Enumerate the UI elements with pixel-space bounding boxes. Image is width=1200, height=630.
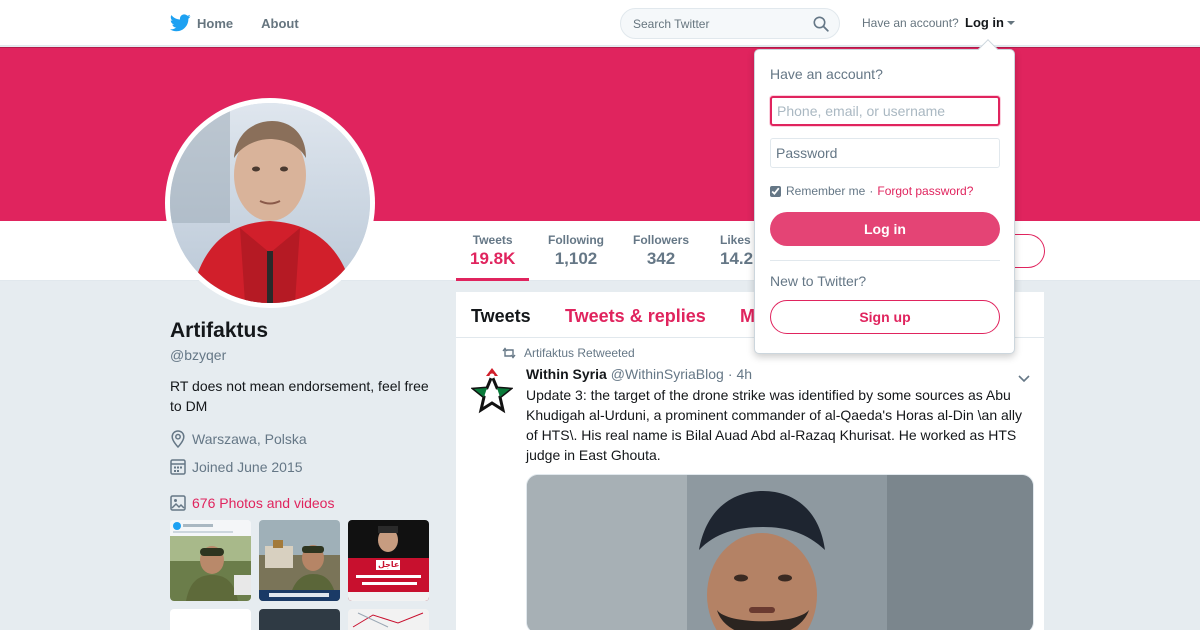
search-input[interactable] (621, 9, 801, 38)
username-field[interactable] (770, 96, 1000, 126)
tweet-author-handle[interactable]: @WithinSyriaBlog (611, 366, 724, 382)
stat-followers-value: 342 (646, 249, 676, 268)
stat-following-value: 1,102 (554, 249, 598, 268)
stat-likes[interactable]: Likes 14.2 (720, 233, 753, 269)
image-icon (170, 495, 186, 511)
nav-about[interactable]: About (261, 16, 299, 31)
forgot-password-link[interactable]: Forgot password? (877, 184, 973, 198)
caret-down-icon (1007, 20, 1015, 25)
profile-handle[interactable]: @bzyqer (170, 347, 226, 363)
stat-followers-label: Followers (633, 233, 690, 247)
active-tab-underline (456, 278, 530, 281)
login-menu-toggle[interactable]: Log in (965, 15, 1015, 30)
remember-label[interactable]: Remember me (786, 184, 865, 198)
remember-checkbox[interactable] (770, 185, 781, 197)
nav-home[interactable]: Home (170, 14, 233, 32)
stat-tweets-label: Tweets (472, 233, 513, 247)
media-thumbnail[interactable] (259, 520, 340, 601)
tab-tweets[interactable]: Tweets (471, 306, 531, 327)
media-thumbnail[interactable] (259, 609, 340, 630)
profile-bio: RT does not mean endorsement, feel free … (170, 378, 429, 414)
tweet-header: Within Syria @WithinSyriaBlog · 4h (526, 366, 756, 382)
stat-likes-value: 14.2 (720, 249, 754, 268)
tweet-text: Update 3: the target of the drone strike… (526, 387, 1023, 463)
stat-followers[interactable]: Followers 342 (633, 233, 689, 269)
tweet-timestamp[interactable]: 4h (736, 366, 752, 382)
photos-videos-link[interactable]: 676 Photos and videos (170, 495, 334, 511)
location-text: Warszawa, Polska (192, 431, 307, 447)
login-dropdown: Have an account? Remember me · Forgot pa… (754, 39, 1015, 354)
retweet-context: Artifaktus Retweeted (502, 346, 635, 360)
stat-tweets[interactable]: Tweets 19.8K (456, 233, 530, 281)
nav-home-label: Home (197, 15, 234, 31)
stat-likes-label: Likes (720, 233, 751, 247)
tab-media[interactable]: M (740, 306, 755, 327)
profile-joined: Joined June 2015 (170, 458, 303, 475)
thumbnail-caption: عاجل (378, 560, 400, 569)
profile-name[interactable]: Artifaktus (170, 319, 268, 343)
stat-following[interactable]: Following 1,102 (548, 233, 604, 269)
media-thumbnail[interactable] (170, 520, 251, 601)
retweet-context-text[interactable]: Artifaktus Retweeted (524, 346, 635, 360)
remember-row: Remember me · Forgot password? (770, 184, 973, 198)
tweet-author-name[interactable]: Within Syria (526, 366, 607, 382)
profile-avatar[interactable] (165, 98, 375, 308)
twitter-bird-icon (170, 14, 191, 32)
nav-about-label: About (261, 15, 299, 31)
login-button[interactable]: Log in (770, 212, 1000, 246)
tab-tweets-replies[interactable]: Tweets & replies (565, 306, 706, 327)
photos-videos-label: 676 Photos and videos (192, 495, 335, 511)
new-to-twitter-text: New to Twitter? (770, 273, 867, 289)
joined-text: Joined June 2015 (192, 458, 303, 475)
profile-location: Warszawa, Polska (170, 430, 307, 448)
stat-following-label: Following (548, 233, 604, 247)
location-pin-icon (171, 430, 185, 448)
password-field[interactable] (770, 138, 1000, 168)
tweet-separator: · (727, 366, 733, 382)
dropdown-title: Have an account? (770, 66, 883, 82)
media-thumbnail[interactable]: عاجل (348, 520, 429, 601)
avatar-photo (170, 103, 370, 303)
stat-tweets-value: 19.8K (470, 249, 516, 268)
dropdown-divider (770, 260, 1000, 261)
search-box[interactable] (620, 8, 840, 39)
search-icon[interactable] (813, 16, 829, 37)
tweet-media-image[interactable] (526, 474, 1034, 630)
retweet-icon (502, 347, 516, 359)
remember-separator: · (869, 184, 874, 198)
nav-left: Home About (170, 0, 327, 46)
top-nav-bar: Home About Have an account? Log in (0, 0, 1200, 46)
tweet-author-avatar[interactable] (470, 368, 514, 416)
media-thumbnail[interactable] (348, 609, 429, 630)
media-thumbnail[interactable] (170, 609, 251, 630)
login-menu-label: Log in (965, 15, 1004, 30)
have-account-text: Have an account? (862, 16, 959, 30)
calendar-icon (170, 459, 186, 475)
signup-button[interactable]: Sign up (770, 300, 1000, 334)
